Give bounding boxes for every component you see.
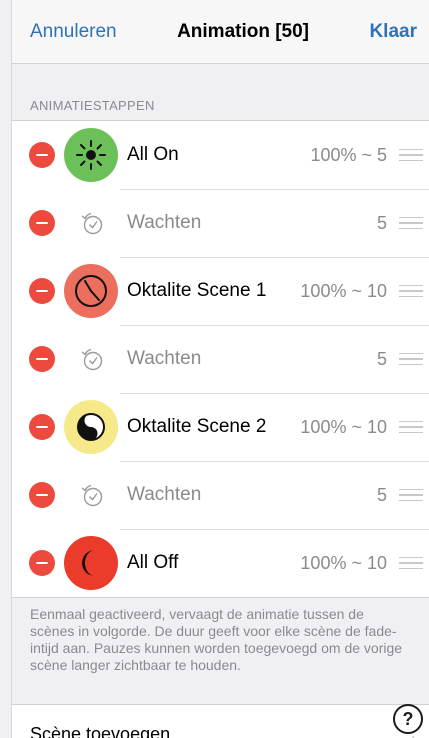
step-label: Oktalite Scene 2 bbox=[127, 416, 267, 437]
step-label: All Off bbox=[127, 552, 179, 573]
wait-timer-icon bbox=[63, 467, 119, 523]
section-header: ANIMATIESTAPPEN bbox=[30, 98, 155, 113]
step-value: 100% ~ 10 bbox=[300, 416, 387, 437]
step-label: Wachten bbox=[127, 348, 202, 369]
list-item[interactable]: Wachten 5 bbox=[12, 461, 429, 529]
wait-timer-icon bbox=[63, 195, 119, 251]
step-value: 5 bbox=[376, 484, 387, 505]
moon-icon bbox=[64, 536, 118, 590]
scene-icon-wrap bbox=[63, 535, 119, 591]
add-scene-label: Scène toevoegen bbox=[30, 724, 171, 738]
explanation-note: Eenmaal geactiveerd, vervaagt de animati… bbox=[30, 606, 403, 673]
delete-step-button[interactable] bbox=[29, 550, 55, 576]
step-value: 100% ~ 5 bbox=[310, 144, 387, 165]
delete-step-button[interactable] bbox=[29, 278, 55, 304]
list-item[interactable]: All On 100% ~ 5 bbox=[12, 121, 429, 189]
reorder-handle-icon[interactable] bbox=[399, 556, 423, 570]
animation-editor-screen: Annuleren Animation [50] Klaar ANIMATIES… bbox=[11, 0, 429, 738]
clock-icon bbox=[64, 264, 118, 318]
navigation-bar: Annuleren Animation [50] Klaar bbox=[12, 0, 429, 64]
wait-timer-icon bbox=[63, 331, 119, 387]
help-button[interactable]: ? bbox=[393, 704, 423, 734]
delete-step-button[interactable] bbox=[29, 482, 55, 508]
list-item[interactable]: All Off 100% ~ 10 bbox=[12, 529, 429, 597]
delete-step-button[interactable] bbox=[29, 414, 55, 440]
sun-icon bbox=[64, 128, 118, 182]
list-item[interactable]: Wachten 5 bbox=[12, 325, 429, 393]
step-value: 5 bbox=[376, 212, 387, 233]
step-label: Wachten bbox=[127, 212, 202, 233]
done-button[interactable]: Klaar bbox=[369, 21, 417, 43]
list-item[interactable]: Wachten 5 bbox=[12, 189, 429, 257]
step-value: 100% ~ 10 bbox=[300, 552, 387, 573]
reorder-handle-icon[interactable] bbox=[399, 352, 423, 366]
scene-icon-wrap bbox=[63, 127, 119, 183]
reorder-handle-icon[interactable] bbox=[399, 148, 423, 162]
delete-step-button[interactable] bbox=[29, 210, 55, 236]
step-label: Wachten bbox=[127, 484, 202, 505]
scene-icon-wrap bbox=[63, 399, 119, 455]
animation-steps-list: All On 100% ~ 5 Wachten 5 Oktalite Scene… bbox=[12, 120, 429, 598]
list-item[interactable]: Oktalite Scene 1 100% ~ 10 bbox=[12, 257, 429, 325]
page-title: Animation [50] bbox=[177, 20, 310, 42]
cancel-button[interactable]: Annuleren bbox=[30, 21, 117, 43]
scene-icon-wrap bbox=[63, 263, 119, 319]
yin-yang-icon bbox=[64, 400, 118, 454]
reorder-handle-icon[interactable] bbox=[399, 420, 423, 434]
step-value: 5 bbox=[376, 348, 387, 369]
step-label: All On bbox=[127, 144, 179, 165]
reorder-handle-icon[interactable] bbox=[399, 488, 423, 502]
list-item[interactable]: Oktalite Scene 2 100% ~ 10 bbox=[12, 393, 429, 461]
delete-step-button[interactable] bbox=[29, 346, 55, 372]
add-scene-button[interactable]: Scène toevoegen › bbox=[12, 704, 429, 738]
reorder-handle-icon[interactable] bbox=[399, 284, 423, 298]
reorder-handle-icon[interactable] bbox=[399, 216, 423, 230]
step-label: Oktalite Scene 1 bbox=[127, 280, 267, 301]
delete-step-button[interactable] bbox=[29, 142, 55, 168]
step-value: 100% ~ 10 bbox=[300, 280, 387, 301]
